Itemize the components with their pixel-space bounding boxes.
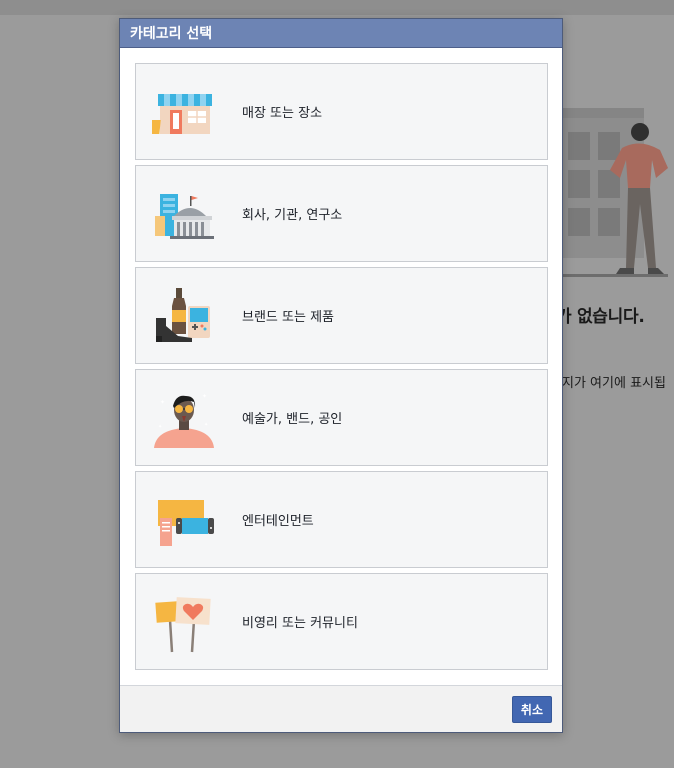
- category-item-institution[interactable]: 회사, 기관, 연구소: [135, 165, 548, 262]
- category-select-dialog: 카테고리 선택 매장 또는 장소 회사, 기관, 연구소 브랜드 또는 제품 ✦…: [119, 18, 563, 733]
- dialog-title: 카테고리 선택: [130, 26, 213, 42]
- cancel-button[interactable]: 취소: [511, 696, 552, 723]
- dialog-header: 카테고리 선택: [120, 19, 562, 48]
- storefront-icon: [152, 80, 216, 144]
- category-item-community[interactable]: 비영리 또는 커뮤니티: [135, 573, 548, 670]
- category-item-place[interactable]: 매장 또는 장소: [135, 63, 548, 160]
- category-label: 예술가, 밴드, 공인: [242, 412, 343, 427]
- category-list: 매장 또는 장소 회사, 기관, 연구소 브랜드 또는 제품 ✦ ✦ ✦ ✦ 예…: [135, 63, 548, 675]
- category-label: 비영리 또는 커뮤니티: [242, 616, 358, 631]
- svg-text:✦: ✦: [160, 399, 165, 406]
- public-figure-icon: ✦ ✦ ✦ ✦: [152, 386, 216, 450]
- category-item-brand[interactable]: 브랜드 또는 제품: [135, 267, 548, 364]
- category-label: 회사, 기관, 연구소: [242, 208, 343, 223]
- empty-state-subtext: 지가 여기에 표시됩: [562, 376, 666, 391]
- empty-state-illustration: [560, 108, 674, 280]
- svg-text:✦: ✦: [202, 393, 207, 400]
- community-signs-icon: [152, 590, 216, 654]
- category-label: 엔터테인먼트: [242, 514, 314, 529]
- category-item-entertainment[interactable]: 엔터테인먼트: [135, 471, 548, 568]
- category-label: 브랜드 또는 제품: [242, 310, 334, 325]
- svg-text:✦: ✦: [158, 424, 162, 430]
- category-label: 매장 또는 장소: [242, 106, 323, 121]
- svg-text:✦: ✦: [204, 422, 208, 428]
- dialog-footer: 취소: [120, 685, 562, 732]
- category-item-public-figure[interactable]: ✦ ✦ ✦ ✦ 예술가, 밴드, 공인: [135, 369, 548, 466]
- entertainment-icon: [152, 488, 216, 552]
- empty-state-heading: 가 없습니다.: [556, 307, 645, 327]
- institution-buildings-icon: [152, 182, 216, 246]
- products-icon: [152, 284, 216, 348]
- browser-top-strip: [0, 0, 674, 15]
